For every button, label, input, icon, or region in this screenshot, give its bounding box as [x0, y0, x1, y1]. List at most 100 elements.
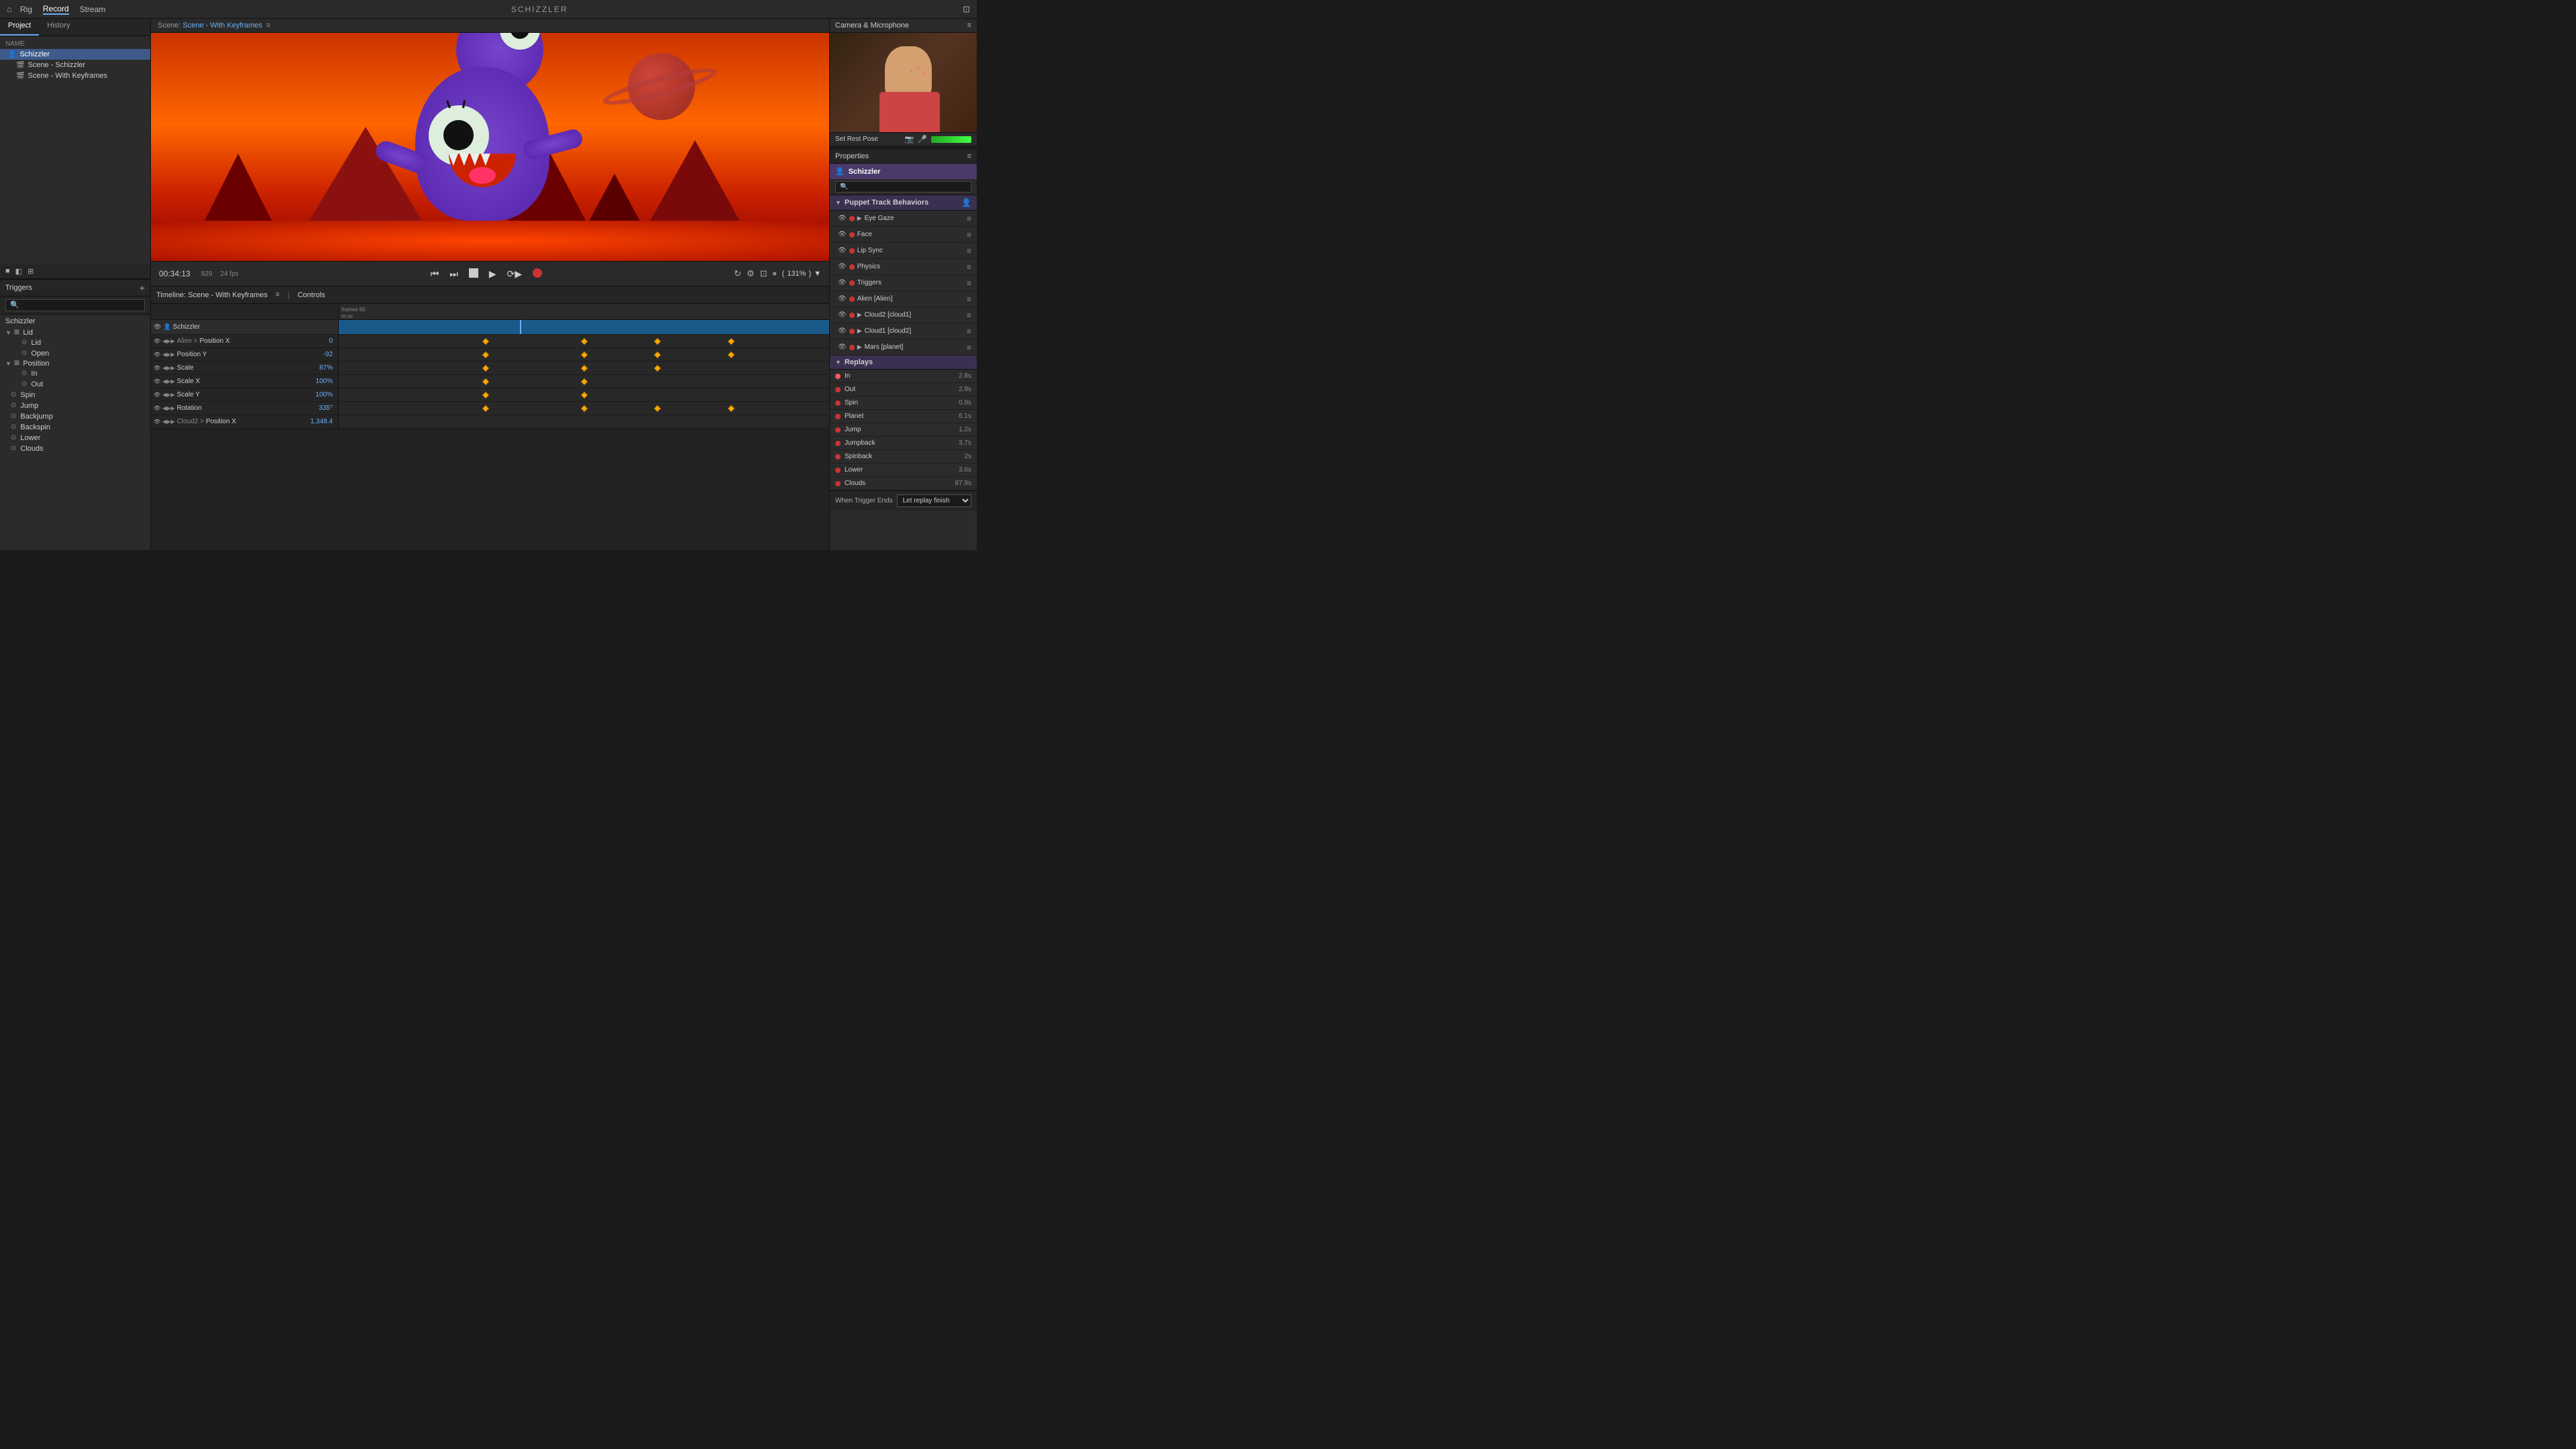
sidebar-icon-2[interactable]: ◧: [15, 267, 22, 276]
puppet-icon: 👤: [835, 167, 845, 176]
cloud2-expand-arrow[interactable]: ▶: [857, 311, 862, 319]
track-vis-icon[interactable]: 👁: [154, 365, 160, 371]
track-row-scale: 👁 ◀▶▶ Scale 87%: [151, 362, 829, 375]
track-vis-icon[interactable]: 👁: [154, 419, 160, 425]
trigger-item-backspin[interactable]: ⊙ Backspin: [0, 422, 150, 433]
window-expand-icon[interactable]: ⊡: [963, 4, 970, 15]
eye-gaze-menu-icon[interactable]: ≡: [967, 214, 971, 223]
monitor-icon[interactable]: ⊡: [760, 268, 767, 279]
track-vis-icon[interactable]: 👁: [154, 352, 160, 358]
track-row-scale-y: 👁 ◀▶▶ Scale Y 100%: [151, 388, 829, 402]
record-button[interactable]: [530, 267, 545, 281]
eye-gaze-expand-arrow[interactable]: ▶: [857, 215, 862, 222]
camera-menu-icon[interactable]: ≡: [967, 21, 971, 30]
alien-vis-icon[interactable]: 👁: [838, 295, 847, 303]
cloud1-expand-arrow[interactable]: ▶: [857, 327, 862, 335]
keyframe-r4: [728, 405, 735, 412]
triggers-menu-icon[interactable]: ≡: [967, 278, 971, 288]
replay-dot-clouds: [835, 481, 841, 486]
when-trigger-ends-select[interactable]: Let replay finish: [897, 494, 971, 507]
properties-search-input[interactable]: [835, 181, 971, 193]
triggers-vis-icon[interactable]: 👁: [838, 279, 847, 286]
physics-vis-icon[interactable]: 👁: [838, 263, 847, 270]
refresh-icon[interactable]: ↻: [734, 268, 741, 279]
cloud1-vis-icon[interactable]: 👁: [838, 327, 847, 335]
tree-item-schizzler[interactable]: 👤 Schizzler: [0, 49, 150, 60]
cloud1-menu-icon[interactable]: ≡: [967, 327, 971, 336]
replay-item-lower: Lower 3.6s: [830, 464, 977, 477]
mars-expand-arrow[interactable]: ▶: [857, 343, 862, 351]
timeline-menu-icon[interactable]: ≡: [276, 291, 280, 299]
trigger-item-clouds[interactable]: ⊙ Clouds: [0, 443, 150, 454]
play-button[interactable]: ▶: [486, 267, 499, 281]
settings-icon[interactable]: ⚙: [747, 268, 755, 279]
track-vis-icon[interactable]: 👁: [154, 338, 160, 344]
trigger-item-open[interactable]: ⊙ Open: [0, 348, 150, 359]
skip-back-button[interactable]: ⏮: [428, 267, 442, 281]
properties-title: Properties: [835, 152, 967, 160]
track-name-pos-x: Position X: [199, 337, 229, 345]
track-label-alien-pos-x: 👁 ◀▶▶ Alien > Position X 0: [151, 335, 339, 347]
track-vis-icon[interactable]: 👁: [154, 378, 160, 384]
step-back-button[interactable]: ⏭: [447, 267, 461, 281]
replays-section-header[interactable]: ▼ Replays: [830, 356, 977, 370]
trigger-icon: ⊙: [11, 445, 16, 452]
physics-menu-icon[interactable]: ≡: [967, 262, 971, 272]
home-icon[interactable]: ⌂: [7, 4, 12, 14]
nav-stream[interactable]: Stream: [80, 5, 106, 14]
lid-expand-arrow[interactable]: ▼: [5, 329, 11, 336]
trigger-item-backjump[interactable]: ⊙ Backjump: [0, 411, 150, 422]
set-rest-pose-label[interactable]: Set Rest Pose: [835, 136, 901, 143]
lip-sync-menu-icon[interactable]: ≡: [967, 246, 971, 256]
behaviors-section-header[interactable]: ▼ Puppet Track Behaviors 👤: [830, 195, 977, 211]
sidebar-icon-1[interactable]: ■: [5, 267, 10, 275]
trigger-item-lid[interactable]: ⊙ Lid: [0, 337, 150, 348]
replay-item-jumpback: Jumpback 3.7s: [830, 437, 977, 450]
replay-name-jumpback: Jumpback: [845, 439, 951, 447]
when-trigger-label: When Trigger Ends: [835, 497, 893, 504]
trigger-item-lower[interactable]: ⊙ Lower: [0, 433, 150, 443]
trigger-item-out[interactable]: ⊙ Out: [0, 379, 150, 390]
triggers-add-button[interactable]: +: [140, 282, 145, 293]
tab-history[interactable]: History: [39, 19, 78, 36]
cloud2-vis-icon[interactable]: 👁: [838, 311, 847, 319]
face-menu-icon[interactable]: ≡: [967, 230, 971, 239]
visibility-icon[interactable]: 👁: [154, 323, 161, 331]
camera-off-icon[interactable]: 📷: [905, 135, 914, 144]
track-label-scale-x: 👁 ◀▶▶ Scale X 100%: [151, 375, 339, 388]
trigger-item-spin[interactable]: ⊙ Spin: [0, 390, 150, 400]
replay-val-in: 2.8s: [951, 372, 971, 380]
scene-menu-icon[interactable]: ≡: [266, 21, 270, 30]
scene-name-link[interactable]: Scene - With Keyframes: [182, 21, 262, 30]
triggers-search-input[interactable]: [5, 299, 145, 311]
tree-scene-icon-1: 🎬: [16, 62, 24, 69]
panel-tabs: Project History: [0, 19, 150, 36]
tree-item-scene-schizzler[interactable]: 🎬 Scene - Schizzler: [0, 60, 150, 70]
position-expand-arrow[interactable]: ▼: [5, 360, 11, 367]
replay-name-clouds: Clouds: [845, 480, 951, 487]
controls-tab[interactable]: Controls: [298, 291, 325, 299]
mic-icon[interactable]: 🎤: [918, 135, 927, 144]
cloud2-menu-icon[interactable]: ≡: [967, 311, 971, 320]
lip-sync-vis-icon[interactable]: 👁: [838, 247, 847, 254]
track-vis-icon[interactable]: 👁: [154, 392, 160, 398]
tab-project[interactable]: Project: [0, 19, 39, 36]
track-vis-icon[interactable]: 👁: [154, 405, 160, 411]
face-dot-1: [917, 66, 919, 68]
nav-rig[interactable]: Rig: [20, 5, 32, 14]
mars-menu-icon[interactable]: ≡: [967, 343, 971, 352]
trigger-item-in[interactable]: ⊙ In: [0, 368, 150, 379]
play-loop-button[interactable]: ⟳▶: [504, 267, 525, 281]
alien-menu-icon[interactable]: ≡: [967, 294, 971, 304]
trigger-item-jump[interactable]: ⊙ Jump: [0, 400, 150, 411]
tree-item-scene-keyframes[interactable]: 🎬 Scene - With Keyframes: [0, 70, 150, 81]
properties-menu-icon[interactable]: ≡: [967, 152, 971, 160]
nav-record[interactable]: Record: [43, 4, 69, 15]
trigger-icon: ⊙: [21, 380, 27, 388]
mars-vis-icon[interactable]: 👁: [838, 343, 847, 351]
face-vis-icon[interactable]: 👁: [838, 231, 847, 238]
stop-button[interactable]: [466, 267, 481, 281]
zoom-arrow[interactable]: ▼: [814, 270, 821, 278]
eye-gaze-vis-icon[interactable]: 👁: [838, 215, 847, 222]
sidebar-icon-3[interactable]: ⊞: [28, 267, 34, 276]
